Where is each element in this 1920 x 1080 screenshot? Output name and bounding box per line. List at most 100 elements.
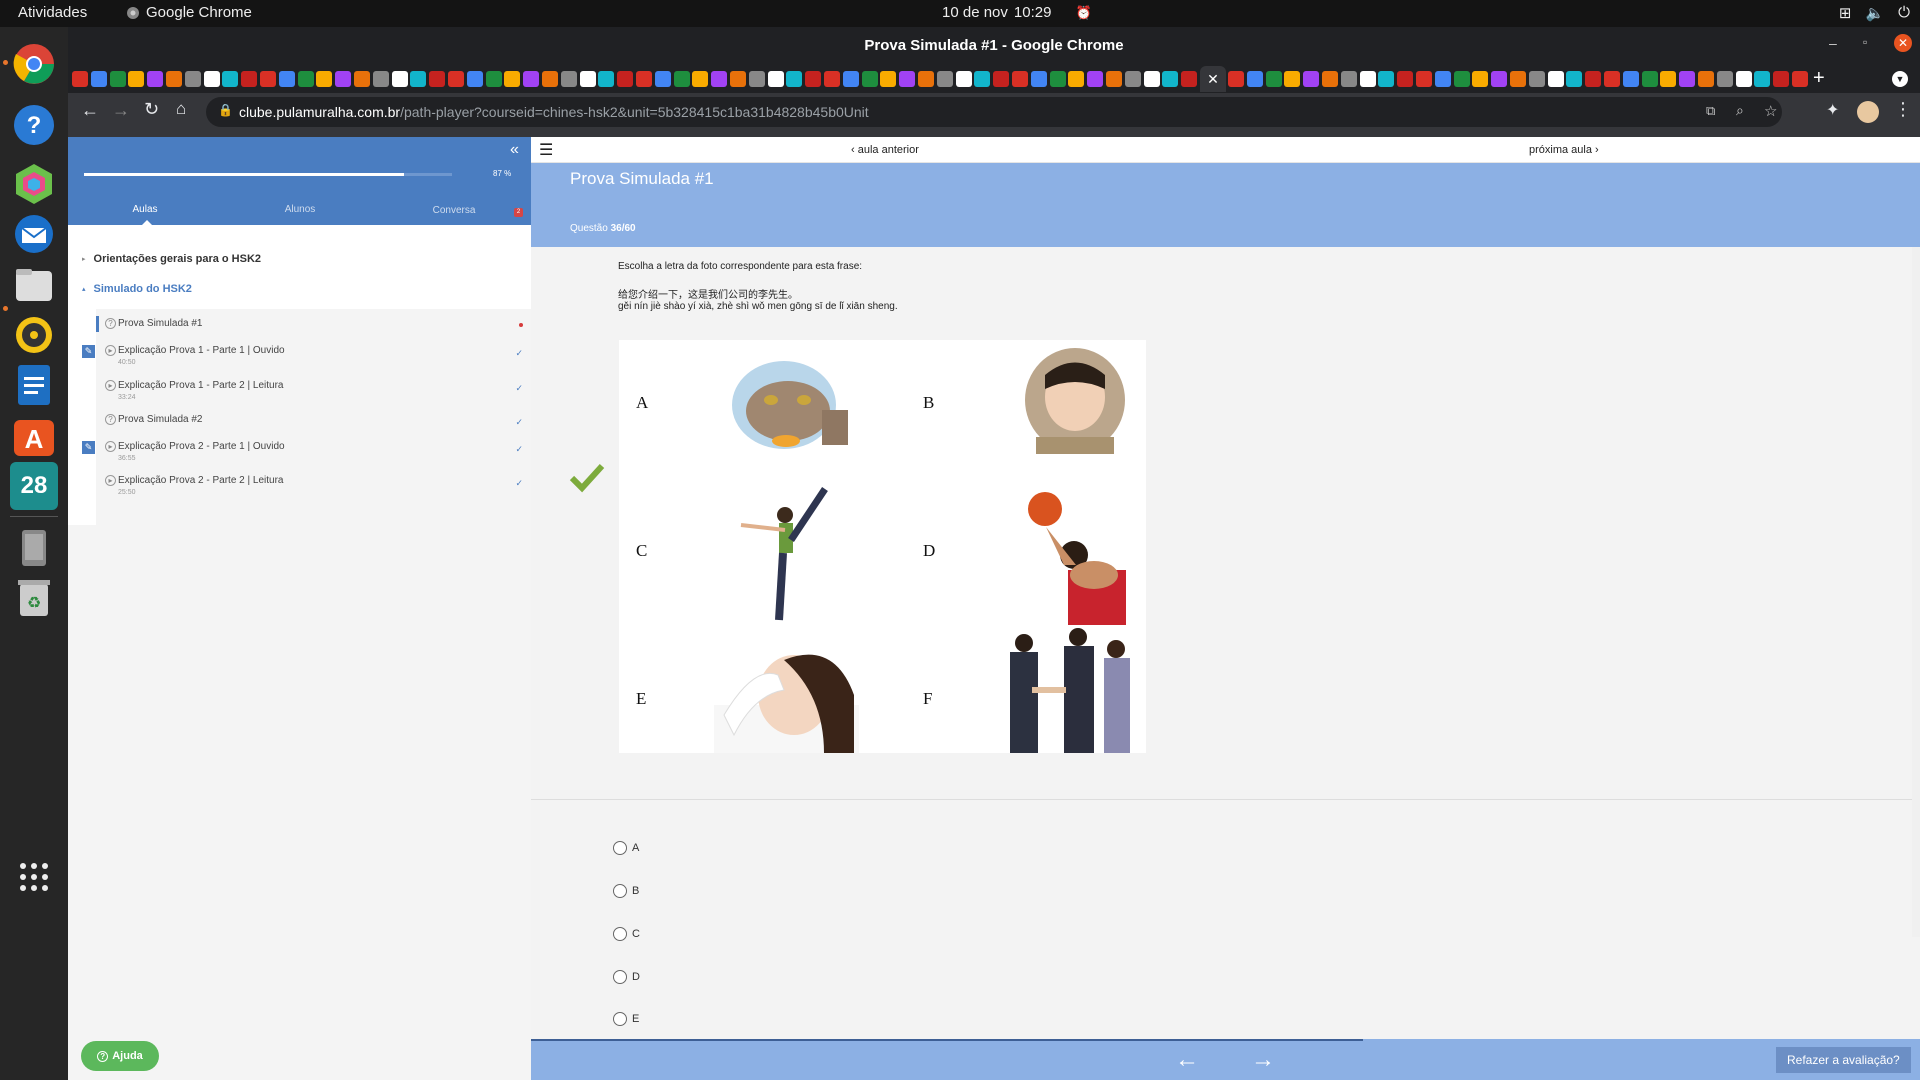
tab-favicon-icon[interactable] (598, 71, 614, 87)
option-c[interactable]: C (613, 927, 640, 941)
writer-icon[interactable] (10, 361, 58, 409)
tab-favicon-icon[interactable] (166, 71, 182, 87)
minimize-icon[interactable]: – (1829, 35, 1837, 51)
radio-circle[interactable] (613, 841, 627, 855)
bookmark-star-icon[interactable]: ☆ (1764, 102, 1777, 120)
thunderbird-icon[interactable] (10, 210, 58, 258)
tab-favicon-icon[interactable] (1698, 71, 1714, 87)
tab-favicon-icon[interactable] (1341, 71, 1357, 87)
tab-search-icon[interactable]: ▼ (1892, 71, 1908, 87)
tab-favicon-icon[interactable] (636, 71, 652, 87)
tab-favicon-icon[interactable] (392, 71, 408, 87)
lesson-item[interactable]: ? Prova Simulada #2 ✓ (98, 414, 531, 434)
next-question-arrow-icon[interactable]: → (1251, 1046, 1275, 1074)
previous-question-arrow-icon[interactable]: ← (1175, 1046, 1199, 1074)
tab-favicon-icon[interactable] (1228, 71, 1244, 87)
tab-favicon-icon[interactable] (561, 71, 577, 87)
next-lesson-link[interactable]: próxima aula › (1529, 144, 1599, 156)
tab-favicon-icon[interactable] (1162, 71, 1178, 87)
tab-favicon-icon[interactable] (580, 71, 596, 87)
tab-favicon-icon[interactable] (1642, 71, 1658, 87)
radio-circle[interactable] (613, 970, 627, 984)
extensions-icon[interactable]: ✦ (1826, 100, 1839, 120)
tab-favicon-icon[interactable] (1454, 71, 1470, 87)
tab-favicon-icon[interactable] (1510, 71, 1526, 87)
tab-favicon-icon[interactable] (72, 71, 88, 87)
tab-favicon-icon[interactable] (335, 71, 351, 87)
removable-drive-icon[interactable] (10, 524, 58, 572)
system-tray[interactable]: ⊞ 🔈 ⏻ (1839, 4, 1910, 22)
reload-icon[interactable]: ↻ (144, 99, 159, 120)
tab-favicon-icon[interactable] (241, 71, 257, 87)
section-orientacoes[interactable]: ▸ Orientações gerais para o HSK2 (82, 253, 261, 265)
option-e[interactable]: E (613, 1012, 639, 1026)
tab-favicon-icon[interactable] (1181, 71, 1197, 87)
active-tab-close-icon[interactable]: ✕ (1200, 66, 1226, 92)
option-d[interactable]: D (613, 970, 640, 984)
tab-favicon-icon[interactable] (617, 71, 633, 87)
tab-favicon-icon[interactable] (448, 71, 464, 87)
tab-favicon-icon[interactable] (1247, 71, 1263, 87)
help-button[interactable]: ? Ajuda (81, 1041, 159, 1071)
radio-circle[interactable] (613, 884, 627, 898)
tab-favicon-icon[interactable] (1717, 71, 1733, 87)
tab-favicon-icon[interactable] (711, 71, 727, 87)
tab-favicon-icon[interactable] (1529, 71, 1545, 87)
tab-favicon-icon[interactable] (1284, 71, 1300, 87)
tab-favicon-icon[interactable] (1548, 71, 1564, 87)
lesson-item[interactable]: ▸ Explicação Prova 1 - Parte 2 | Leitura… (98, 380, 531, 408)
app-store-icon[interactable]: A (10, 412, 58, 460)
tab-favicon-icon[interactable] (1303, 71, 1319, 87)
files-icon[interactable] (10, 261, 58, 309)
home-icon[interactable]: ⌂ (176, 99, 186, 119)
lesson-item[interactable]: ▸ Explicação Prova 2 - Parte 2 | Leitura… (98, 475, 531, 503)
tab-favicon-icon[interactable] (862, 71, 878, 87)
tab-favicon-icon[interactable] (260, 71, 276, 87)
tab-favicon-icon[interactable] (1322, 71, 1338, 87)
back-icon[interactable]: ← (81, 100, 99, 121)
tab-aulas[interactable]: Aulas (120, 204, 170, 215)
chrome-icon[interactable] (10, 40, 58, 88)
close-window-icon[interactable]: ✕ (1894, 34, 1912, 52)
lesson-item[interactable]: ✎ ▸ Explicação Prova 1 - Parte 1 | Ouvid… (82, 345, 531, 373)
tab-favicon-icon[interactable] (1031, 71, 1047, 87)
address-bar[interactable]: 🔒 clube.pulamuralha.com.br/path-player?c… (206, 97, 1782, 127)
translate-icon[interactable]: ⧉ (1706, 103, 1715, 119)
tab-favicon-icon[interactable] (1050, 71, 1066, 87)
tab-favicon-icon[interactable] (1012, 71, 1028, 87)
tab-favicon-icon[interactable] (1397, 71, 1413, 87)
tab-favicon-icon[interactable] (805, 71, 821, 87)
tab-favicon-icon[interactable] (486, 71, 502, 87)
activities-button[interactable]: Atividades (18, 4, 87, 21)
lesson-item[interactable]: ✎ ▸ Explicação Prova 2 - Parte 1 | Ouvid… (82, 441, 531, 469)
menu-kebab-icon[interactable]: ⋮ (1894, 99, 1912, 120)
tab-conversa[interactable]: Conversa (429, 205, 479, 216)
tab-favicon-icon[interactable] (1144, 71, 1160, 87)
radio-circle[interactable] (613, 927, 627, 941)
tab-favicon-icon[interactable] (1472, 71, 1488, 87)
redo-assessment-button[interactable]: Refazer a avaliação? (1776, 1047, 1911, 1073)
rhythmbox-icon[interactable] (10, 311, 58, 359)
tab-favicon-icon[interactable] (316, 71, 332, 87)
tab-favicon-icon[interactable] (692, 71, 708, 87)
tab-favicon-icon[interactable] (222, 71, 238, 87)
tab-favicon-icon[interactable] (1660, 71, 1676, 87)
note-icon[interactable]: ✎ (82, 441, 95, 454)
tab-favicon-icon[interactable] (542, 71, 558, 87)
tab-favicon-icon[interactable] (1068, 71, 1084, 87)
tab-favicon-icon[interactable] (1604, 71, 1620, 87)
tab-favicon-icon[interactable] (1106, 71, 1122, 87)
tab-favicon-icon[interactable] (467, 71, 483, 87)
tab-favicon-icon[interactable] (110, 71, 126, 87)
tab-alunos[interactable]: Alunos (275, 204, 325, 215)
tab-favicon-icon[interactable] (204, 71, 220, 87)
show-apps-icon[interactable] (10, 853, 58, 901)
tab-favicon-icon[interactable] (1378, 71, 1394, 87)
tab-favicon-icon[interactable] (504, 71, 520, 87)
option-b[interactable]: B (613, 884, 639, 898)
tab-favicon-icon[interactable] (918, 71, 934, 87)
tab-favicon-icon[interactable] (429, 71, 445, 87)
maximize-icon[interactable]: ▫ (1863, 35, 1867, 49)
zoom-icon[interactable]: ⌕ (1736, 102, 1744, 119)
tab-favicon-icon[interactable] (956, 71, 972, 87)
